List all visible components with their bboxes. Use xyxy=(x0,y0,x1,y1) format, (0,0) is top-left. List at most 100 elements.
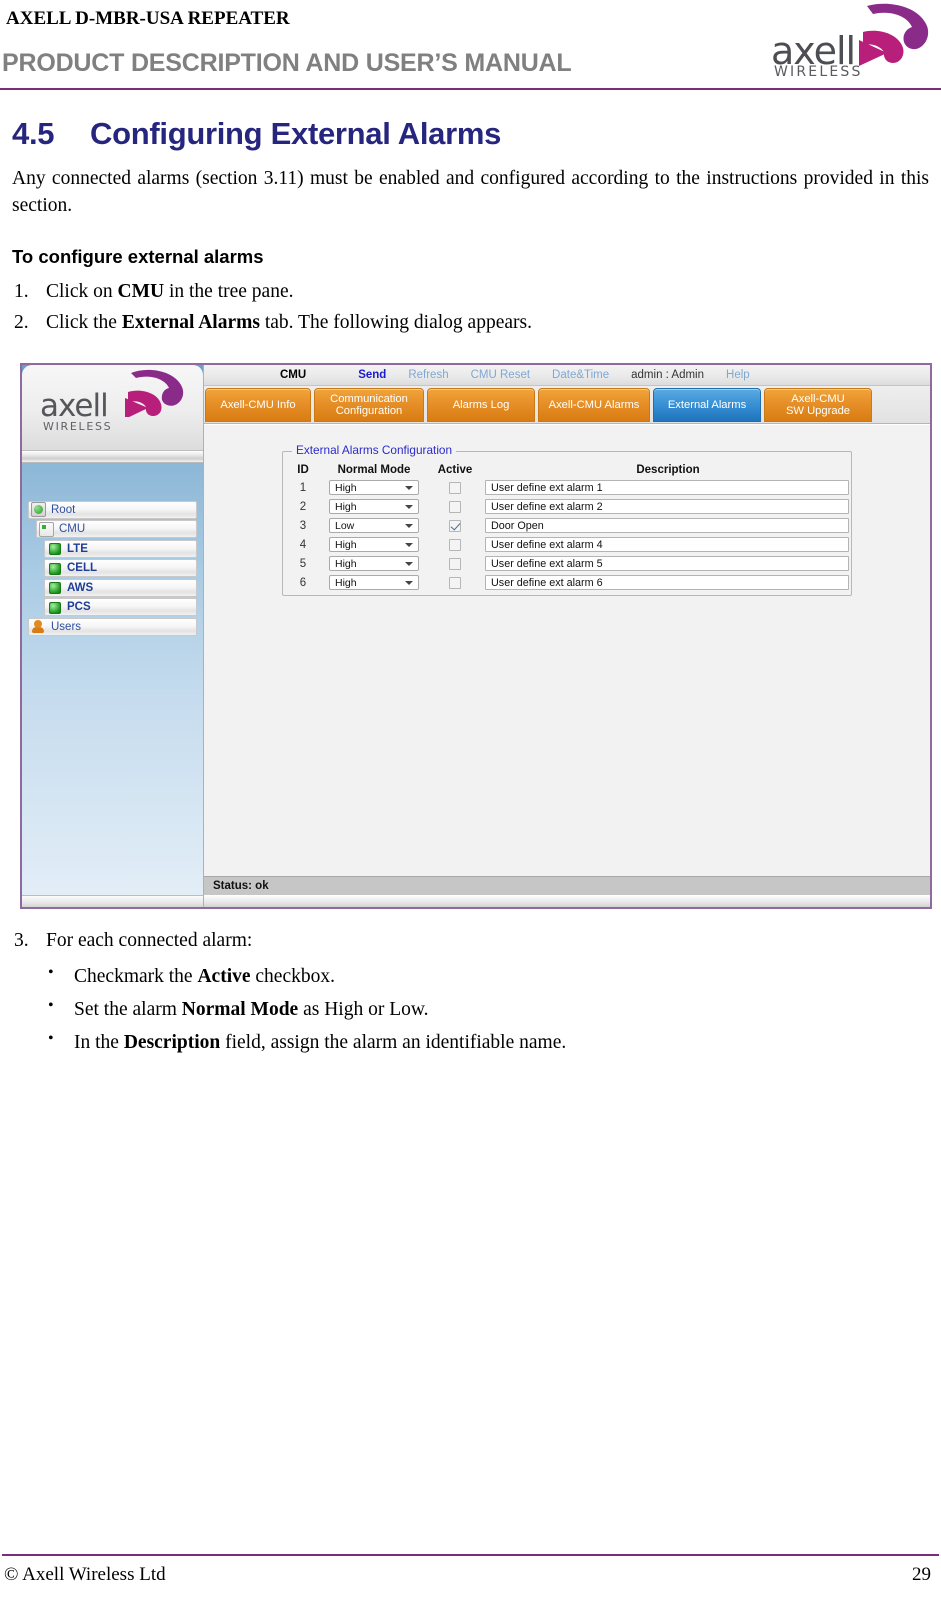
description-input[interactable]: User define ext alarm 6 xyxy=(485,575,849,591)
bullet-text-bold: Description xyxy=(123,1032,221,1054)
tree-item-cmu[interactable]: CMU xyxy=(36,520,197,539)
active-cell xyxy=(425,557,485,570)
main-pane: CMU Send Refresh CMU Reset Date&Time adm… xyxy=(203,365,930,908)
normal-mode-cell: High xyxy=(323,499,425,515)
tab-content-external-alarms: External Alarms Configuration ID Normal … xyxy=(204,424,930,908)
description-cell: Door Open xyxy=(485,518,851,534)
description-input[interactable]: User define ext alarm 4 xyxy=(485,537,849,553)
tab-communication-configuration[interactable]: Communication Configuration xyxy=(314,388,424,423)
active-checkbox[interactable] xyxy=(449,557,461,570)
procedure-steps-list: 1. Click on CMU in the tree pane. 2. Cli… xyxy=(12,278,931,338)
menu-item-help[interactable]: Help xyxy=(726,369,750,381)
alarm-id: 6 xyxy=(299,576,307,589)
tree-item-pcs[interactable]: PCS xyxy=(44,598,197,617)
bullet-text-bold: Active xyxy=(197,965,251,987)
tree-item-label: Root xyxy=(51,503,76,516)
step-item: 3. For each connected alarm: xyxy=(12,927,931,955)
description-cell: User define ext alarm 2 xyxy=(485,499,851,515)
users-node-icon xyxy=(31,619,46,634)
normal-mode-cell: High xyxy=(323,575,425,591)
band-node-icon xyxy=(47,600,62,615)
normal-mode-select[interactable]: High xyxy=(329,556,419,572)
active-checkbox[interactable] xyxy=(449,576,461,589)
page-footer: © Axell Wireless Ltd 29 xyxy=(0,1544,941,1600)
normal-mode-select[interactable]: High xyxy=(329,575,419,591)
normal-mode-select[interactable]: High xyxy=(329,499,419,515)
list-item: • Checkmark the Active checkbox. xyxy=(10,962,931,991)
tree-item-label: AWS xyxy=(67,581,94,594)
menu-item-cmu-reset[interactable]: CMU Reset xyxy=(471,369,530,381)
bullet-text-pre: In the xyxy=(74,1032,124,1054)
tree-item-aws[interactable]: AWS xyxy=(44,578,197,597)
alarm-id: 4 xyxy=(299,538,307,551)
bullet-icon: • xyxy=(48,1030,54,1048)
page-number: 29 xyxy=(912,1564,931,1585)
app-logo-subtitle: WIRELESS xyxy=(43,420,113,434)
menubar-title: CMU xyxy=(280,369,307,382)
tree-item-root[interactable]: Root xyxy=(28,500,197,519)
footer-divider xyxy=(2,1554,939,1556)
logo-panel-divider xyxy=(22,451,203,464)
active-cell xyxy=(425,538,485,551)
tab-axell-cmu-info[interactable]: Axell-CMU Info xyxy=(205,388,311,423)
table-row: 5 High User define ext alarm 5 xyxy=(283,554,851,573)
active-checkbox[interactable] xyxy=(449,538,461,551)
section-title: Configuring External Alarms xyxy=(90,116,502,151)
menu-item-current-user: admin : Admin xyxy=(631,369,705,382)
tree-item-label: CELL xyxy=(67,562,98,575)
procedure-steps-list-continued: 3. For each connected alarm: xyxy=(12,927,931,955)
tree-item-users[interactable]: Users xyxy=(28,617,197,636)
tab-axell-cmu-alarms[interactable]: Axell-CMU Alarms xyxy=(538,388,650,423)
column-header-id: ID xyxy=(297,464,309,477)
normal-mode-value: High xyxy=(335,576,357,589)
status-bar: Status: ok xyxy=(204,876,930,896)
menu-item-refresh[interactable]: Refresh xyxy=(408,369,448,381)
normal-mode-value: High xyxy=(335,481,357,494)
tab-external-alarms[interactable]: External Alarms xyxy=(653,388,761,423)
column-header-description: Description xyxy=(636,464,700,477)
bullet-icon: • xyxy=(48,996,54,1014)
description-input[interactable]: User define ext alarm 5 xyxy=(485,556,849,572)
description-input[interactable]: Door Open xyxy=(485,518,849,534)
tree-item-label: Users xyxy=(51,620,82,633)
step-text-pre: Click the xyxy=(46,312,122,334)
tab-axell-cmu-sw-upgrade[interactable]: Axell-CMU SW Upgrade xyxy=(764,388,872,423)
page-header: AXELL D-MBR-USA REPEATER PRODUCT DESCRIP… xyxy=(0,0,941,94)
normal-mode-select[interactable]: Low xyxy=(329,518,419,534)
table-row: 3 Low Door Open xyxy=(283,516,851,535)
menu-item-date-time[interactable]: Date&Time xyxy=(552,369,609,381)
table-header-row: ID Normal Mode Active Description xyxy=(283,462,851,478)
tab-alarms-log[interactable]: Alarms Log xyxy=(427,388,535,423)
axell-wireless-logo: axell WIRELESS xyxy=(759,2,931,86)
app-swoosh-icon xyxy=(125,370,184,418)
step-text-bold: External Alarms xyxy=(121,312,260,334)
normal-mode-value: High xyxy=(335,500,357,513)
active-cell xyxy=(425,500,485,513)
band-node-icon xyxy=(47,561,62,576)
window-bottom-bar xyxy=(204,895,930,908)
bullet-icon: • xyxy=(48,963,54,981)
normal-mode-select[interactable]: High xyxy=(329,537,419,553)
active-checkbox[interactable] xyxy=(449,500,461,513)
active-cell xyxy=(425,481,485,494)
chevron-down-icon xyxy=(405,524,413,529)
tree-item-lte[interactable]: LTE xyxy=(44,539,197,558)
section-number: 4.5 xyxy=(12,116,55,151)
list-item: • In the Description field, assign the a… xyxy=(10,1028,931,1057)
bullet-text-post: as High or Low. xyxy=(298,998,429,1020)
active-checkbox[interactable] xyxy=(449,519,461,532)
description-input[interactable]: User define ext alarm 2 xyxy=(485,499,849,515)
active-checkbox[interactable] xyxy=(449,481,461,494)
step-item: 1. Click on CMU in the tree pane. xyxy=(12,278,931,306)
description-input[interactable]: User define ext alarm 1 xyxy=(485,480,849,496)
description-cell: User define ext alarm 1 xyxy=(485,480,851,496)
step-marker: 1. xyxy=(14,280,29,302)
normal-mode-value: High xyxy=(335,557,357,570)
menu-item-send[interactable]: Send xyxy=(358,369,386,381)
normal-mode-cell: High xyxy=(323,537,425,553)
tree-item-cell[interactable]: CELL xyxy=(44,559,197,578)
bullet-text-pre: Set the alarm xyxy=(74,998,182,1020)
normal-mode-select[interactable]: High xyxy=(329,480,419,496)
app-logo-panel: axell WIRELESS xyxy=(22,365,203,452)
cmu-node-icon xyxy=(39,521,54,537)
